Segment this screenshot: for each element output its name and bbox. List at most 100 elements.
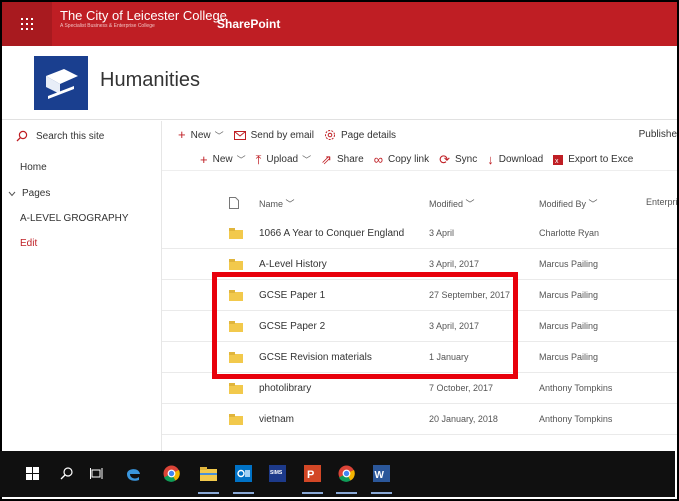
site-search-box[interactable]: Search this site: [2, 121, 162, 151]
modified-by[interactable]: Marcus Pailing: [539, 352, 598, 362]
suite-bar: The City of Leicester College A Speciali…: [2, 2, 677, 46]
modified-by[interactable]: Anthony Tompkins: [539, 414, 612, 424]
chevron-down-icon: ﹀: [302, 155, 312, 165]
file-name-link[interactable]: GCSE Paper 2: [259, 321, 325, 332]
waffle-icon: [21, 18, 33, 30]
file-name-link[interactable]: GCSE Paper 1: [259, 290, 325, 301]
edge-icon: [127, 469, 140, 481]
word-icon: W: [373, 465, 390, 482]
library-new-label: New: [212, 154, 233, 165]
powerpoint-button[interactable]: P: [302, 465, 323, 494]
export-to-excel-button[interactable]: x Export to Exce: [553, 154, 633, 165]
sims-button[interactable]: SIMS: [269, 465, 286, 482]
upload-label: Upload: [266, 154, 299, 165]
table-row[interactable]: vietnam 20 January, 2018 Anthony Tompkins: [162, 404, 677, 435]
table-row[interactable]: photolibrary 7 October, 2017 Anthony Tompk…: [162, 373, 677, 404]
sync-icon: ⟳: [439, 151, 451, 167]
windows-start-button[interactable]: [24, 465, 41, 482]
sync-button[interactable]: ⟳ Sync: [439, 151, 478, 167]
edge-browser-button[interactable]: [125, 465, 142, 482]
library-new-button[interactable]: + New ﹀: [200, 153, 246, 166]
column-modified-label: Modified: [429, 199, 464, 209]
sync-label: Sync: [455, 154, 478, 165]
file-name-link[interactable]: vietnam: [259, 414, 294, 425]
sharepoint-link[interactable]: SharePoint: [217, 17, 280, 31]
search-input[interactable]: Search this site: [36, 131, 104, 142]
download-button[interactable]: ↓ Download: [487, 151, 543, 167]
folder-icon: [229, 414, 243, 425]
chrome-icon: [163, 465, 180, 482]
download-icon: ↓: [487, 151, 494, 167]
modified-date: 3 April: [429, 228, 455, 238]
table-row[interactable]: 1066 A Year to Conquer England 3 April Cha…: [162, 218, 677, 249]
modified-by[interactable]: Marcus Pailing: [539, 259, 598, 269]
chrome-active-button[interactable]: [336, 465, 357, 494]
folder-icon: [229, 290, 243, 301]
plus-icon: +: [200, 151, 208, 167]
nav-item-home[interactable]: Home: [20, 162, 47, 173]
file-name-link[interactable]: GCSE Revision materials: [259, 352, 372, 363]
active-indicator: [336, 492, 357, 494]
folder-icon: [229, 228, 243, 239]
word-button[interactable]: W: [371, 465, 392, 494]
site-logo-icon[interactable]: [34, 56, 88, 110]
active-indicator: [302, 492, 323, 494]
page-new-button[interactable]: + New ﹀: [178, 127, 224, 142]
search-taskbar-button[interactable]: [58, 465, 75, 482]
nav-pages-label: Pages: [22, 188, 51, 199]
column-modified-by[interactable]: Modified By ﹀: [539, 197, 598, 210]
outlook-icon: [235, 465, 252, 482]
svg-text:P: P: [307, 469, 314, 481]
copy-link-label: Copy link: [387, 154, 430, 165]
modified-date: 3 April, 2017: [429, 259, 480, 269]
taskbar: SIMS P W: [0, 451, 675, 497]
modified-date: 27 September, 2017: [429, 290, 511, 300]
export-label: Export to Exce: [568, 154, 634, 165]
folder-icon: [229, 383, 243, 394]
app-launcher-button[interactable]: [2, 2, 52, 46]
search-icon: [16, 130, 28, 142]
nav-edit-link[interactable]: Edit: [20, 238, 37, 249]
copy-link-button[interactable]: ∞ Copy link: [373, 151, 430, 167]
mail-icon: [233, 130, 246, 140]
upload-icon: ⤒: [255, 151, 262, 167]
share-button[interactable]: ⇗ Share: [321, 153, 364, 166]
chrome-button[interactable]: [163, 465, 180, 482]
active-indicator: [233, 492, 254, 494]
table-row[interactable]: GCSE Revision materials 1 January Marcus P…: [162, 342, 677, 373]
nav-item-a-level[interactable]: A-LEVEL GROGRAPHY: [20, 213, 129, 224]
column-header-row: Name ﹀ Modified ﹀ Modified By ﹀ Enterpri: [162, 187, 677, 218]
file-name-link[interactable]: 1066 A Year to Conquer England: [259, 228, 404, 239]
upload-button[interactable]: ⤒ Upload ﹀: [256, 153, 311, 166]
task-view-button[interactable]: [88, 465, 105, 482]
table-row[interactable]: GCSE Paper 1 27 September, 2017 Marcus Pai…: [162, 280, 677, 311]
send-by-email-button[interactable]: Send by email: [233, 130, 314, 141]
org-logo[interactable]: The City of Leicester College A Speciali…: [60, 8, 227, 30]
plus-icon: +: [178, 127, 186, 142]
library-command-bar: + New ﹀ ⤒ Upload ﹀ ⇗ Share ∞ Copy link ⟳…: [162, 149, 677, 171]
page-details-button[interactable]: Page details: [324, 129, 396, 141]
modified-date: 20 January, 2018: [429, 414, 498, 424]
modified-by[interactable]: Charlotte Ryan: [539, 228, 599, 238]
modified-by[interactable]: Marcus Pailing: [539, 321, 598, 331]
link-icon: ∞: [373, 151, 383, 167]
file-type-icon[interactable]: [229, 197, 239, 209]
modified-by[interactable]: Anthony Tompkins: [539, 383, 612, 393]
file-explorer-button[interactable]: [198, 465, 219, 494]
page-command-bar: + New ﹀ Send by email Page details Publi…: [162, 121, 677, 149]
search-icon: [60, 467, 73, 480]
folder-icon: [229, 321, 243, 332]
modified-date: 7 October, 2017: [429, 383, 494, 393]
table-row[interactable]: A-Level History 3 April, 2017 Marcus Paili…: [162, 249, 677, 280]
modified-by[interactable]: Marcus Pailing: [539, 290, 598, 300]
file-name-link[interactable]: photolibrary: [259, 383, 311, 394]
column-modified[interactable]: Modified ﹀: [429, 197, 475, 210]
file-name-link[interactable]: A-Level History: [259, 259, 327, 270]
column-name[interactable]: Name ﹀: [259, 197, 295, 210]
chrome-icon: [338, 465, 355, 482]
column-enterprise[interactable]: Enterpri: [646, 197, 677, 207]
table-row[interactable]: GCSE Paper 2 3 April, 2017 Marcus Pailing: [162, 311, 677, 342]
outlook-button[interactable]: [233, 465, 254, 494]
nav-item-pages[interactable]: Pages: [8, 188, 50, 199]
site-title[interactable]: Humanities: [100, 69, 200, 92]
